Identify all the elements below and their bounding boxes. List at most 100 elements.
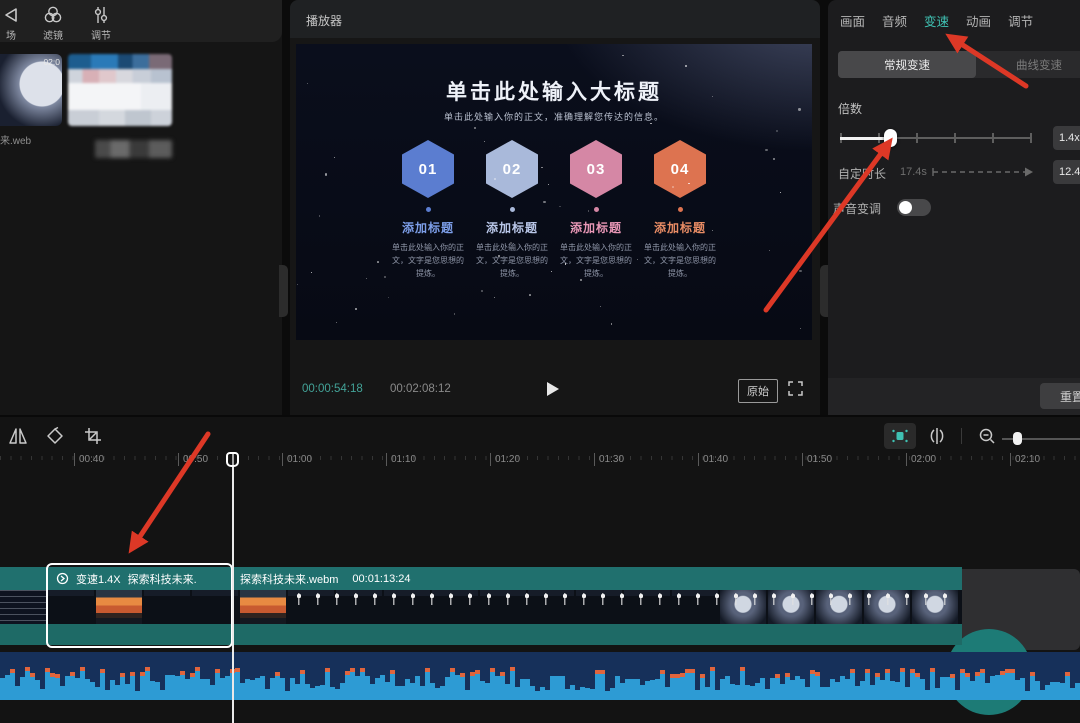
hex-shape: 04 xyxy=(654,140,706,198)
video-editor-app: 场 滤镜 调节 02:0 来.we xyxy=(0,0,1080,723)
timeline: 00:40 00:50 01:00 01:10 01:20 01:30 01:4… xyxy=(0,415,1080,723)
slider-handle[interactable] xyxy=(884,129,897,147)
media-thumbnail-moon[interactable]: 02:0 xyxy=(0,54,62,126)
star-decor xyxy=(543,201,545,203)
reset-button[interactable]: 重置 xyxy=(1040,383,1080,409)
rotate-icon xyxy=(45,426,65,446)
transition-icon xyxy=(0,5,28,25)
panel-footer: 重置 xyxy=(828,378,1080,415)
ruler-label[interactable]: 01:20 xyxy=(490,453,520,466)
star-decor xyxy=(776,130,777,131)
player-title: 播放器 xyxy=(306,12,342,29)
duration-arrow xyxy=(930,166,1036,178)
clip-selection-border[interactable] xyxy=(46,563,233,648)
media-toolbar: 场 滤镜 调节 xyxy=(0,0,282,42)
custom-duration-original: 17.4s xyxy=(900,166,927,178)
ruler-label[interactable]: 01:50 xyxy=(802,453,832,466)
custom-duration-value[interactable]: 12.4s xyxy=(1053,160,1080,184)
panel-collapse-handle-left[interactable] xyxy=(279,265,288,317)
star-decor xyxy=(297,284,298,285)
panel-tabs: 画面 音频 变速 动画 调节 xyxy=(838,0,1035,40)
media-filename-blurred xyxy=(95,140,172,158)
clip-name-full: 探索科技未来.webm xyxy=(240,571,338,587)
slider-tick xyxy=(1030,133,1032,143)
audio-track[interactable] xyxy=(0,652,1080,700)
rotate-tool[interactable] xyxy=(42,423,68,449)
ruler-label[interactable]: 01:00 xyxy=(282,453,312,466)
hex-label: 添加标题 xyxy=(402,219,454,236)
hex-dot xyxy=(426,207,431,212)
ruler-label[interactable]: 02:10 xyxy=(1010,453,1040,466)
star-decor xyxy=(334,157,335,158)
filter-icon xyxy=(36,5,70,25)
media-thumbnail-blurred[interactable] xyxy=(68,54,172,126)
tab-speed[interactable]: 变速 xyxy=(922,11,951,30)
multiplier-value[interactable]: 1.4x xyxy=(1053,126,1080,150)
transition-tool[interactable]: 场 xyxy=(0,5,28,42)
ruler-label[interactable]: 02:00 xyxy=(906,453,936,466)
hex-dot xyxy=(678,207,683,212)
ruler-label[interactable]: 01:40 xyxy=(698,453,728,466)
zoom-out-button[interactable] xyxy=(974,423,1000,449)
star-decor xyxy=(481,290,483,292)
fullscreen-button[interactable] xyxy=(788,381,803,396)
toolbar-divider xyxy=(961,428,962,444)
film-marker-dots xyxy=(296,593,956,605)
star-decor xyxy=(355,308,357,310)
current-time: 00:00:54:18 xyxy=(302,383,363,395)
ruler-label[interactable]: 00:40 xyxy=(74,453,104,466)
mirror-tool[interactable] xyxy=(5,423,31,449)
multiplier-slider[interactable] xyxy=(828,127,1048,149)
curve-speed-tab[interactable]: 曲线变速 xyxy=(976,51,1080,78)
fullscreen-icon xyxy=(788,381,803,396)
star-decor xyxy=(798,108,800,110)
play-icon xyxy=(546,381,560,397)
slide-subtitle: 单击此处输入你的正文，准确理解您传达的信息。 xyxy=(296,110,812,123)
pitch-toggle[interactable] xyxy=(897,199,931,216)
playhead[interactable] xyxy=(226,452,239,467)
tab-audio[interactable]: 音频 xyxy=(880,11,909,30)
media-panel: 场 滤镜 调节 02:0 来.we xyxy=(0,0,282,415)
star-decor xyxy=(622,55,624,57)
adjust-tool[interactable]: 调节 xyxy=(84,5,118,42)
tab-animation[interactable]: 动画 xyxy=(964,11,993,30)
zoom-slider-knob[interactable] xyxy=(1013,432,1022,445)
play-button[interactable] xyxy=(542,378,564,400)
star-decor xyxy=(498,255,499,256)
hex-shape: 01 xyxy=(402,140,454,198)
star-decor xyxy=(525,249,526,250)
hex-item: 01 添加标题 单击此处输入你的正文，文字是您思想的提炼。 xyxy=(390,140,466,280)
multiplier-label: 倍数 xyxy=(838,100,862,117)
film-frame xyxy=(240,590,286,624)
tab-picture[interactable]: 画面 xyxy=(838,11,867,30)
hex-item: 02 添加标题 单击此处输入你的正文，文字是您思想的提炼。 xyxy=(474,140,550,280)
normal-speed-tab[interactable]: 常规变速 xyxy=(838,51,976,78)
slider-tick xyxy=(916,133,918,143)
original-quality-button[interactable]: 原始 xyxy=(738,379,778,403)
zoom-out-icon xyxy=(978,427,996,445)
star-decor xyxy=(672,186,674,188)
pitch-label: 声音变调 xyxy=(833,200,881,217)
clip-duration: 00:01:13:24 xyxy=(352,573,410,585)
ruler-label[interactable]: 01:10 xyxy=(386,453,416,466)
star-decor xyxy=(377,261,379,263)
star-decor xyxy=(685,65,687,67)
filter-tool[interactable]: 滤镜 xyxy=(36,5,70,42)
preview-axis-toggle[interactable] xyxy=(884,423,916,449)
hex-body: 单击此处输入你的正文，文字是您思想的提炼。 xyxy=(643,242,717,280)
ruler-label[interactable]: 01:30 xyxy=(594,453,624,466)
star-decor xyxy=(765,149,767,151)
ruler-label[interactable]: 00:50 xyxy=(178,453,208,466)
split-tool[interactable] xyxy=(924,423,950,449)
thumbnail-duration: 02:0 xyxy=(43,57,60,67)
tab-adjust[interactable]: 调节 xyxy=(1006,11,1035,30)
adjust-label: 调节 xyxy=(84,27,118,42)
player-stage: 单击此处输入大标题 单击此处输入你的正文，准确理解您传达的信息。 01 添加标题… xyxy=(296,44,812,340)
preview-axis-icon xyxy=(891,428,909,444)
crop-tool[interactable] xyxy=(80,423,106,449)
split-icon xyxy=(927,426,947,446)
filter-label: 滤镜 xyxy=(36,27,70,42)
speed-mode-toggle: 常规变速 曲线变速 xyxy=(838,51,1080,78)
star-decor xyxy=(388,297,389,298)
star-decor xyxy=(474,127,476,129)
